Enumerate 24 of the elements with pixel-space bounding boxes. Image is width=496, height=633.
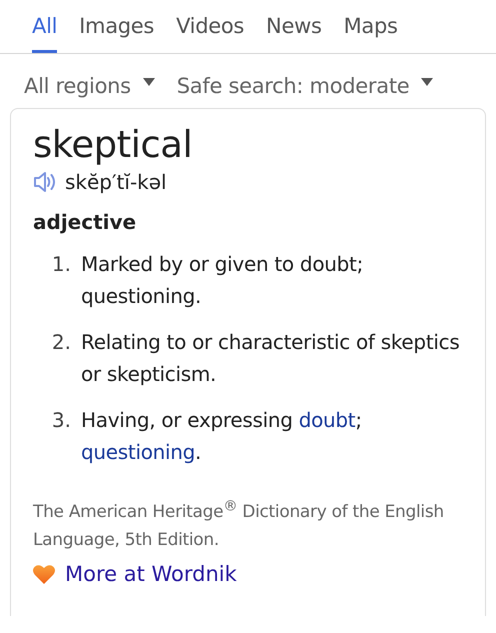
sense-number: 1. bbox=[50, 251, 71, 278]
sense-number: 3. bbox=[50, 407, 71, 434]
filter-dropdown[interactable]: Safe search: moderate bbox=[176, 74, 434, 98]
word-link[interactable]: questioning bbox=[81, 440, 196, 464]
heart-icon bbox=[33, 564, 55, 584]
pronunciation: skĕp′tĭ-kəl bbox=[65, 170, 167, 194]
tab[interactable]: All bbox=[32, 14, 58, 53]
sense-number: 2. bbox=[50, 329, 71, 356]
caret-icon bbox=[142, 78, 155, 86]
word-link[interactable]: doubt bbox=[298, 408, 356, 432]
part-of-speech: adjective bbox=[33, 210, 138, 234]
sense-definition: Marked by or given to doubt; questioning. bbox=[81, 251, 364, 310]
headword: skeptical bbox=[33, 123, 194, 166]
sense-definition: Relating to or characteristic of skeptics or skepticism. bbox=[81, 329, 460, 388]
tab[interactable]: Maps bbox=[344, 14, 398, 53]
tab[interactable]: News bbox=[266, 14, 322, 53]
filter-dropdown[interactable]: All regions bbox=[24, 74, 155, 98]
caret-icon bbox=[421, 78, 434, 86]
wordnik-link[interactable]: More at Wordnik bbox=[65, 562, 237, 586]
sense-definition: Having, or expressing doubt; questioning. bbox=[81, 407, 363, 466]
tab[interactable]: Images bbox=[79, 14, 154, 53]
source-citation: The American Heritage$^{®}$ Dictionary of the English Language, 5th Edition. bbox=[33, 497, 445, 552]
speaker-icon[interactable] bbox=[33, 171, 57, 193]
tab[interactable]: Videos bbox=[176, 14, 244, 53]
